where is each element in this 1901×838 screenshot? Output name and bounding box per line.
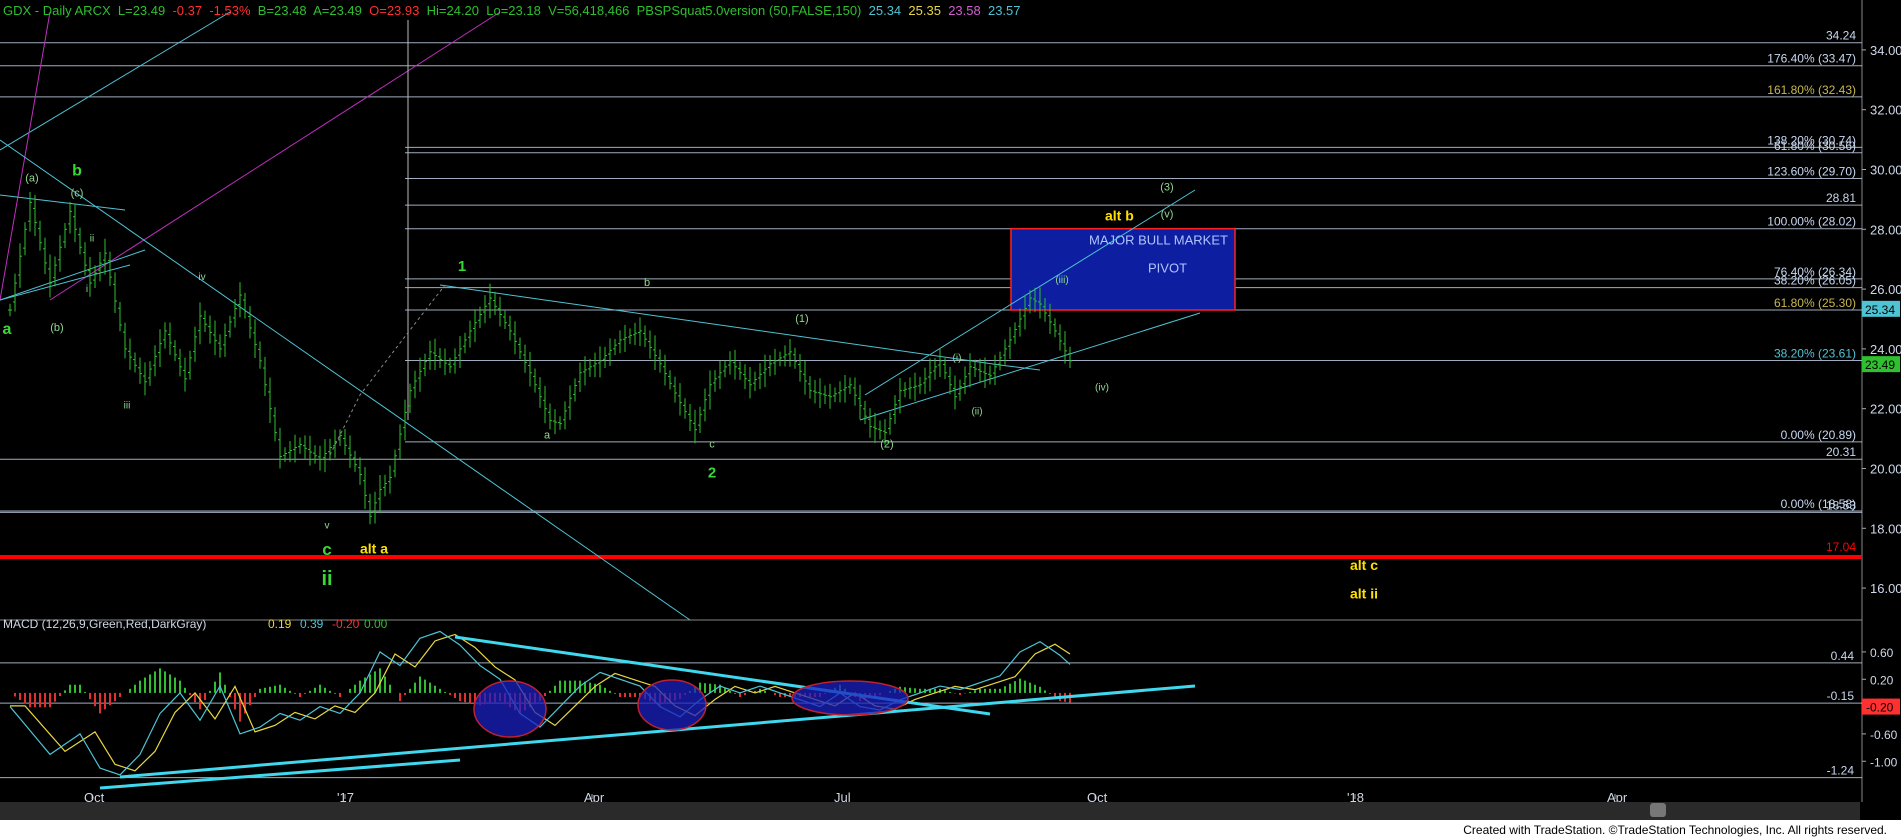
header-volume: V=56,418,466 <box>548 3 630 18</box>
fib-label: 61.80% (30.56) <box>1774 139 1856 153</box>
wave-label: ii <box>90 233 94 244</box>
fib-label: 18.53 <box>1826 498 1856 512</box>
wave-label: iii <box>124 401 131 412</box>
macd-level-label: -1.24 <box>1827 764 1855 778</box>
wave-label: 2 <box>708 464 716 481</box>
wave-label: ii <box>321 568 332 590</box>
y-tick-label: 26.00 <box>1870 282 1901 297</box>
wave-label: (1) <box>795 313 808 325</box>
header-change: -0.37 <box>172 3 203 18</box>
y-tick-label: 20.00 <box>1870 461 1901 476</box>
macd-y-tick-label: -0.60 <box>1870 728 1898 742</box>
macd-level-label: -0.15 <box>1827 689 1855 703</box>
wave-label: iv <box>198 272 205 283</box>
header-open: O=23.93 <box>369 3 420 18</box>
wave-label: (i) <box>953 353 962 364</box>
alt-wave-label: alt c <box>1350 557 1378 573</box>
macd-value: 0.39 <box>300 617 324 631</box>
fib-label: 176.40% (33.47) <box>1767 52 1856 66</box>
macd-title: MACD (12,26,9,Green,Red,DarkGray) <box>3 617 206 631</box>
header-symbol: GDX - Daily ARCX <box>3 3 111 18</box>
y-tick-label: 28.00 <box>1870 222 1901 237</box>
alt-wave-label: alt ii <box>1350 586 1378 602</box>
footer-credit: Created with TradeStation. ©TradeStation… <box>1459 823 1891 837</box>
pivot-box-label-2: PIVOT <box>1148 261 1187 276</box>
macd-y-tick-label: -1.00 <box>1870 755 1898 769</box>
wave-label: b <box>644 277 650 289</box>
wave-label: (c) <box>71 187 84 199</box>
wave-label: (a) <box>25 172 38 184</box>
price-chart[interactable]: 34.24 176.40% (33.47) 161.80% (32.43) 1 38.2… <box>0 0 1901 838</box>
fib-label: 34.24 <box>1826 29 1856 43</box>
wave-label: c <box>709 439 715 451</box>
header-bid: B=23.48 <box>257 3 307 18</box>
fib-label: 161.80% (32.43) <box>1767 83 1856 97</box>
wave-label: i <box>86 284 88 295</box>
wave-label: (b) <box>50 322 63 334</box>
chart-header: GDX - Daily ARCX L=23.49 -0.37 -1.53% B=… <box>3 3 1021 18</box>
wave-label: (ii) <box>971 407 982 418</box>
wave-label: (3) <box>1160 181 1173 193</box>
fib-label: 123.60% (29.70) <box>1767 164 1856 178</box>
macd-level-label: 0.44 <box>1831 649 1855 663</box>
header-ind-val-3: 23.58 <box>948 3 981 18</box>
header-high: Hi=24.20 <box>426 3 480 18</box>
header-last: L=23.49 <box>117 3 166 18</box>
price-badge-label: 25.34 <box>1865 303 1895 317</box>
y-tick-label: 30.00 <box>1870 162 1901 177</box>
y-tick-label: 24.00 <box>1870 342 1901 357</box>
scrollbar-thumb[interactable] <box>1650 803 1666 817</box>
wave-label: a <box>3 321 12 338</box>
header-ind-val-4: 23.57 <box>987 3 1021 18</box>
macd-value: 0.00 <box>364 617 388 631</box>
fib-label: 100.00% (28.02) <box>1767 215 1856 229</box>
y-tick-label: 18.00 <box>1870 521 1901 536</box>
header-pct: -1.53% <box>209 3 251 18</box>
macd-y-tick-label: 0.60 <box>1870 646 1894 660</box>
alt-wave-label: alt b <box>1105 207 1134 223</box>
macd-value: -0.20 <box>332 617 360 631</box>
wave-label: (v) <box>1161 208 1174 220</box>
y-tick-label: 22.00 <box>1870 402 1901 417</box>
wave-label: b <box>72 162 82 179</box>
header-ind-val-2: 25.35 <box>908 3 941 18</box>
fib-label: 61.80% (25.30) <box>1774 296 1856 310</box>
header-low: Lo=23.18 <box>486 3 541 18</box>
alt-wave-label: alt a <box>360 541 388 557</box>
time-scrollbar[interactable] <box>0 802 1860 820</box>
y-tick-label: 16.00 <box>1870 581 1901 596</box>
macd-badge-label: -0.20 <box>1866 701 1894 715</box>
y-tick-label: 34.00 <box>1870 43 1901 58</box>
divergence-ellipse <box>791 680 909 716</box>
fib-label: 0.00% (20.89) <box>1781 428 1856 442</box>
wave-label: v <box>325 520 330 531</box>
pivot-box: MAJOR BULL MARKET PIVOT <box>1010 227 1236 311</box>
divergence-ellipse <box>637 679 707 731</box>
price-badge-label: 23.49 <box>1865 358 1895 372</box>
divergence-ellipse <box>473 680 547 738</box>
wave-label: (iv) <box>1095 383 1109 394</box>
fib-label: 28.81 <box>1826 191 1856 205</box>
wave-label: (iii) <box>1055 275 1068 286</box>
fib-label: 38.20% (26.05) <box>1774 274 1856 288</box>
fib-label: 20.31 <box>1826 445 1856 459</box>
fib-label: 38.20% (23.61) <box>1774 347 1856 361</box>
wave-label: 1 <box>458 258 466 275</box>
y-tick-label: 32.00 <box>1870 103 1901 118</box>
support-label: 17.04 <box>1826 540 1856 554</box>
wave-label: a <box>544 430 551 442</box>
wave-label: (2) <box>880 439 893 451</box>
macd-value: 0.19 <box>268 617 292 631</box>
macd-y-tick-label: 0.20 <box>1870 673 1894 687</box>
wave-label: c <box>322 540 331 559</box>
header-ind-val-1: 25.34 <box>868 3 902 18</box>
header-indicator: PBSPSquat5.0version (50,FALSE,150) <box>636 3 862 18</box>
pivot-box-label-1: MAJOR BULL MARKET <box>1089 233 1228 248</box>
header-ask: A=23.49 <box>313 3 362 18</box>
